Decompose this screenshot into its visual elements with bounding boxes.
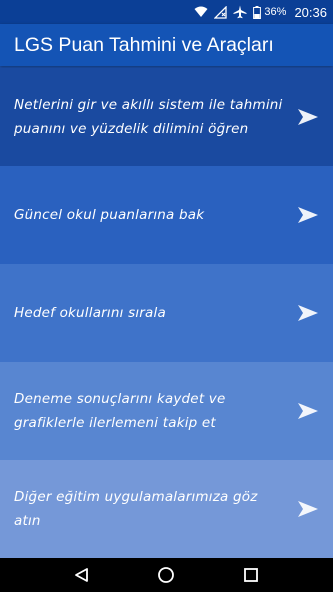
app-bar: LGS Puan Tahmini ve Araçları — [0, 24, 333, 66]
menu-item-label: Diğer eğitim uygulamalarımıza göz atın — [14, 489, 258, 529]
status-bar: 36% 20:36 — [0, 0, 333, 24]
arrow-right-icon — [297, 500, 319, 518]
main-menu: Netlerini gir ve akıllı sistem ile tahmi… — [0, 68, 333, 558]
arrow-right-icon — [297, 108, 319, 126]
menu-item-label: Deneme sonuçlarını kaydet ve grafiklerle… — [14, 391, 226, 431]
menu-item-label: Güncel okul puanlarına bak — [14, 207, 205, 223]
recents-icon[interactable] — [240, 564, 262, 586]
system-nav-bar — [0, 558, 333, 592]
no-signal-icon — [214, 5, 228, 19]
airplane-icon — [233, 5, 247, 19]
menu-item-score-prediction[interactable]: Netlerini gir ve akıllı sistem ile tahmi… — [0, 68, 333, 166]
menu-item-target-schools[interactable]: Hedef okullarını sırala — [0, 264, 333, 362]
menu-item-label: Netlerini gir ve akıllı sistem ile tahmi… — [14, 97, 283, 137]
menu-item-school-scores[interactable]: Güncel okul puanlarına bak — [0, 166, 333, 264]
battery-icon — [253, 5, 262, 19]
menu-item-exam-results[interactable]: Deneme sonuçlarını kaydet ve grafiklerle… — [0, 362, 333, 460]
clock: 20:36 — [294, 4, 327, 20]
menu-item-other-apps[interactable]: Diğer eğitim uygulamalarımıza göz atın — [0, 460, 333, 558]
menu-item-label: Hedef okullarını sırala — [14, 305, 166, 321]
arrow-right-icon — [297, 304, 319, 322]
battery-percent: 36% — [264, 6, 287, 18]
wifi-icon — [194, 6, 208, 18]
back-icon[interactable] — [71, 564, 93, 586]
arrow-right-icon — [297, 206, 319, 224]
arrow-right-icon — [297, 402, 319, 420]
page-title: LGS Puan Tahmini ve Araçları — [14, 33, 274, 56]
home-icon[interactable] — [155, 564, 177, 586]
